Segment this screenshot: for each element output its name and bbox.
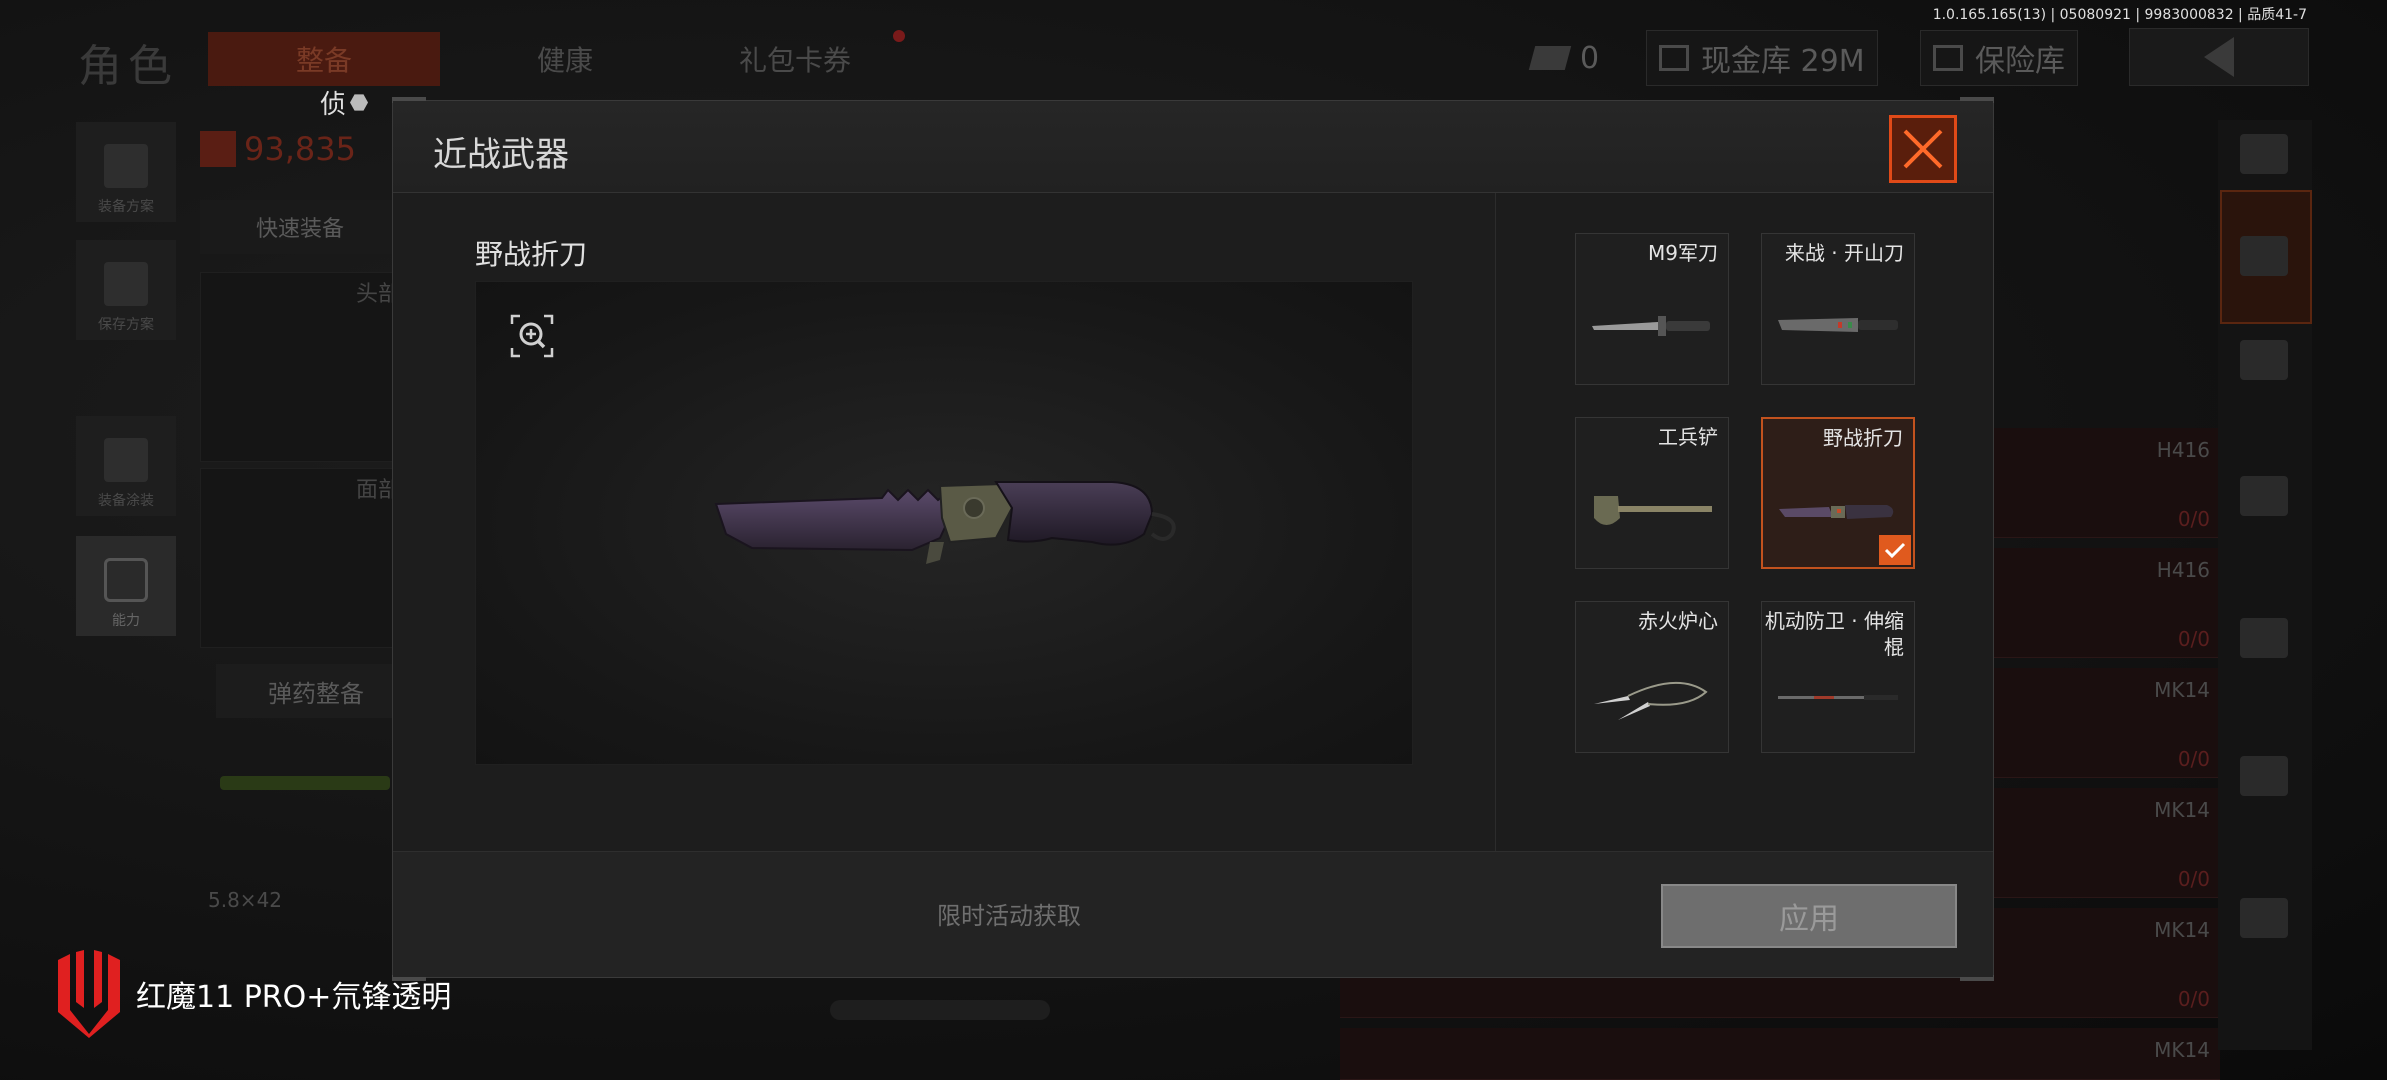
gun-name: MK14 xyxy=(2154,1038,2210,1062)
cash-icon xyxy=(1528,46,1572,70)
weapon-card-label: M9军刀 xyxy=(1648,241,1718,265)
dialog-title: 近战武器 xyxy=(433,135,569,175)
shovel-image xyxy=(1594,496,1712,525)
sidebar-item-label: 保存方案 xyxy=(98,317,154,333)
gun-ammo: 0/0 xyxy=(2177,627,2210,651)
red-magic-logo-icon xyxy=(58,950,120,1038)
helmet-icon xyxy=(104,438,148,482)
armor-stat: 93,835 xyxy=(200,130,356,168)
gun-name: MK14 xyxy=(2154,798,2210,822)
download-icon xyxy=(104,262,148,306)
weapon-card-label: 野战折刀 xyxy=(1823,426,1903,450)
zoom-in-icon xyxy=(510,314,554,358)
tab-loadout[interactable]: 整备 xyxy=(208,32,440,86)
sidebar-item-paint[interactable]: 装备涂装 xyxy=(76,416,176,516)
m9-bayonet-image xyxy=(1592,316,1710,336)
ability-icon xyxy=(104,558,148,602)
sidebar-item-loadout-plan[interactable]: 装备方案 xyxy=(76,122,176,222)
apply-button[interactable]: 应用 xyxy=(1661,884,1957,948)
vault-label: 现金库 29M xyxy=(1701,44,1865,79)
dice-icon[interactable] xyxy=(2240,340,2288,380)
currency-value: 0 xyxy=(1580,40,1600,76)
check-icon xyxy=(1879,535,1911,565)
machete-image xyxy=(1778,318,1898,332)
close-icon xyxy=(1903,129,1943,169)
gun-name: H416 xyxy=(2156,438,2210,462)
hexagon-icon xyxy=(350,94,369,111)
tab-health[interactable]: 健康 xyxy=(500,32,630,86)
zoom-button[interactable] xyxy=(510,314,554,358)
back-button[interactable] xyxy=(2129,28,2309,86)
armor-value: 93,835 xyxy=(244,130,356,168)
safe-icon xyxy=(1933,45,1963,71)
detective-marker: 侦 xyxy=(320,84,369,121)
gun-ammo: 0/0 xyxy=(2177,867,2210,891)
vault-button[interactable]: 现金库 29M xyxy=(1646,30,1878,86)
gun-ammo: 0/0 xyxy=(2177,987,2210,1011)
weapon-card-m9-bayonet[interactable]: M9军刀 xyxy=(1575,233,1729,385)
caliber-label: 5.8×42 xyxy=(208,888,283,912)
folding-knife-image xyxy=(1779,505,1894,519)
sidebar-item-label: 能力 xyxy=(112,613,140,629)
gun-ammo: 0/0 xyxy=(2177,747,2210,771)
crate-icon[interactable] xyxy=(2240,756,2288,796)
obtain-method-text: 限时活动获取 xyxy=(937,902,1081,930)
weapon-preview[interactable] xyxy=(475,281,1413,765)
tab-gift-vouchers[interactable]: 礼包卡券 xyxy=(700,32,890,86)
clock-icon[interactable] xyxy=(2240,898,2288,938)
close-button[interactable] xyxy=(1889,115,1957,183)
gun-ammo: 0/0 xyxy=(2177,507,2210,531)
currency-display[interactable]: 0 xyxy=(1520,30,1611,86)
weapon-card-label: 赤火炉心 xyxy=(1638,609,1718,633)
weapon-selection-pane xyxy=(1495,193,1993,851)
gun-name: MK14 xyxy=(2154,678,2210,702)
sidebar-item-ability[interactable]: 能力 xyxy=(76,536,176,636)
dialog-header: 近战武器 xyxy=(393,101,1993,193)
version-info: 1.0.165.165(13) | 05080921 | 9983000832 … xyxy=(1932,7,2307,23)
weapon-card-machete[interactable]: 来战 · 开山刀 xyxy=(1761,233,1915,385)
melee-weapon-thumb[interactable] xyxy=(830,1000,1050,1020)
armor-icon xyxy=(200,131,236,167)
ammo-box-icon[interactable] xyxy=(2240,618,2288,658)
wrench-icon[interactable] xyxy=(2240,476,2288,516)
page-title: 角色 xyxy=(78,41,178,92)
weapon-card-field-folding-knife[interactable]: 野战折刀 xyxy=(1761,417,1915,569)
dialog-footer: 限时活动获取 应用 xyxy=(393,851,1993,977)
vest-icon xyxy=(104,144,148,188)
safe-label: 保险库 xyxy=(1975,44,2065,79)
sidebar-item-label: 装备方案 xyxy=(98,199,154,215)
field-folding-knife-image xyxy=(714,481,1176,564)
watermark-text: 红魔11 PRO+氘锋透明 xyxy=(136,980,452,1015)
quick-equip-button[interactable]: 快速装备 xyxy=(200,200,400,254)
vault-icon xyxy=(1659,45,1689,71)
list-item[interactable]: MK14 xyxy=(1340,1028,2220,1080)
ammo-equip-button[interactable]: 弹药整备 xyxy=(216,664,416,718)
weapon-card-entrenching-shovel[interactable]: 工兵铲 xyxy=(1575,417,1729,569)
back-arrow-icon xyxy=(2204,37,2234,77)
melee-weapon-dialog: 近战武器 野战折刀 M9军刀 来战 · 开山刀 工兵铲 野战折刀 赤火炉心 机动… xyxy=(392,97,1994,981)
layers-icon[interactable] xyxy=(2240,134,2288,174)
weapon-card-label: 机动防卫 · 伸缩棍 xyxy=(1764,609,1904,659)
stack-icon[interactable] xyxy=(2240,236,2288,276)
safe-button[interactable]: 保险库 xyxy=(1920,30,2078,86)
device-watermark: 红魔11 PRO+氘锋透明 xyxy=(56,950,451,1038)
weapon-card-label: 工兵铲 xyxy=(1658,425,1718,449)
primary-weapon-thumb[interactable] xyxy=(220,776,390,790)
selected-weapon-name: 野战折刀 xyxy=(475,238,588,271)
baton-image xyxy=(1778,695,1898,700)
gun-name: H416 xyxy=(2156,558,2210,582)
notification-dot xyxy=(893,30,905,42)
sidebar-item-label: 装备涂装 xyxy=(98,493,154,509)
weapon-card-red-fire-core[interactable]: 赤火炉心 xyxy=(1575,601,1729,753)
detective-label: 侦 xyxy=(320,90,347,120)
weapon-card-label: 来战 · 开山刀 xyxy=(1784,241,1904,265)
weapon-card-telescopic-baton[interactable]: 机动防卫 · 伸缩棍 xyxy=(1761,601,1915,753)
kunai-pair-image xyxy=(1594,682,1708,720)
gun-name: MK14 xyxy=(2154,918,2210,942)
sidebar-item-save-plan[interactable]: 保存方案 xyxy=(76,240,176,340)
